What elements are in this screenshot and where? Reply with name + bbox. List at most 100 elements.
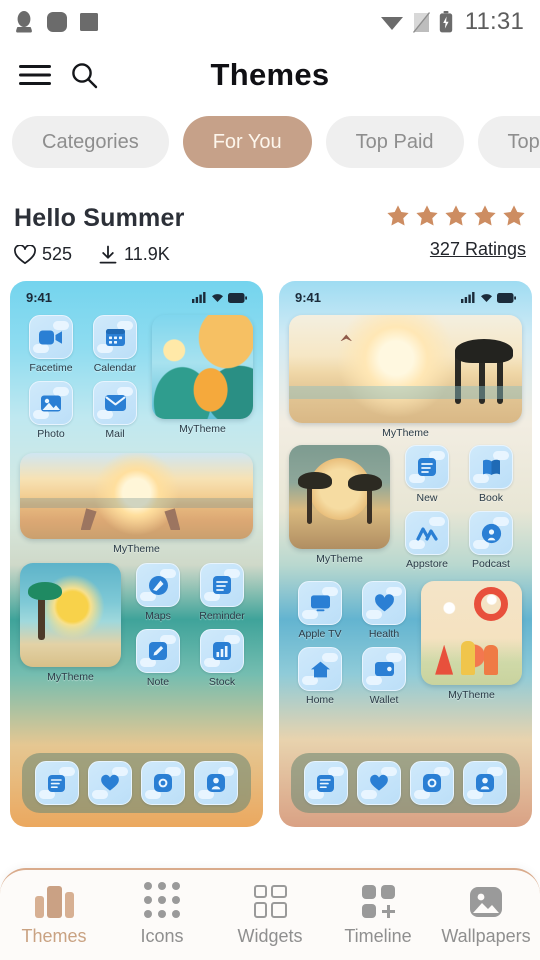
nav-timeline[interactable]: Timeline [326, 884, 430, 947]
preview-card-left[interactable]: 9:41 Facetime Calendar Photo Mail MyThem… [10, 281, 263, 827]
widget-art [421, 581, 522, 685]
app-icon-book[interactable]: Book [460, 445, 522, 504]
theme-meta-left: Hello Summer 525 11.9K [14, 204, 185, 265]
square-icon [80, 13, 98, 31]
app-screen: 11:31 Themes Categories For You Top Paid… [0, 0, 540, 960]
preview-status-bar: 9:41 [10, 281, 263, 305]
widget-label: MyTheme [113, 543, 160, 555]
app-label: Mail [105, 428, 125, 440]
app-icon-facetime[interactable]: Facetime [20, 315, 82, 374]
dock-health-icon[interactable] [356, 761, 401, 805]
nav-label: Wallpapers [441, 925, 531, 946]
wifi-icon [212, 294, 223, 302]
podcast-icon [469, 511, 513, 555]
appstore-icon [405, 511, 449, 555]
app-label: New [416, 492, 438, 504]
nav-wallpapers[interactable]: Wallpapers [434, 884, 538, 947]
widget-art [20, 563, 121, 667]
dock-news-icon[interactable] [34, 761, 79, 805]
dock-podcast-icon[interactable] [463, 761, 508, 805]
app-icon-new[interactable]: New [396, 445, 458, 504]
preview-time: 9:41 [26, 290, 53, 305]
note-icon [136, 629, 180, 673]
signal-icon [192, 292, 206, 303]
status-bar: 11:31 [0, 0, 540, 44]
app-label: Maps [145, 610, 171, 622]
rating-stars [386, 204, 526, 227]
preview-status-icons [461, 292, 516, 303]
widget-mytheme-palmpair[interactable]: MyTheme [289, 445, 390, 575]
rounded-square-icon [47, 12, 67, 32]
dock-camera-icon[interactable] [410, 761, 455, 805]
wallet-icon [362, 647, 406, 691]
photo-icon [29, 381, 73, 425]
app-label: Note [146, 676, 170, 688]
app-icon-health[interactable]: Health [353, 581, 415, 640]
star-icon [445, 205, 467, 226]
preview-card-right[interactable]: 9:41 MyTheme MyTheme New Book Appstore P… [279, 281, 532, 827]
dock-podcast-icon[interactable] [194, 761, 239, 805]
squares-plus-icon [361, 884, 395, 918]
preview-row-2[interactable]: MyTheme [10, 445, 263, 555]
widget-art [152, 315, 253, 419]
widget-mytheme-summer[interactable]: MyTheme [421, 581, 522, 711]
search-icon[interactable] [70, 61, 98, 89]
grid-dots-icon [144, 881, 180, 918]
app-icon-maps[interactable]: Maps [127, 563, 189, 622]
chip-for-you[interactable]: For You [182, 116, 312, 168]
app-icon-appletv[interactable]: Apple TV [289, 581, 351, 640]
app-icon-note[interactable]: Note [127, 629, 189, 688]
nav-label: Widgets [237, 925, 303, 946]
app-icon-reminder[interactable]: Reminder [191, 563, 253, 622]
header-icons [18, 61, 98, 89]
preview-row-1[interactable]: MyTheme [279, 305, 532, 439]
app-icon-stock[interactable]: Stock [191, 629, 253, 688]
app-icon-calendar[interactable]: Calendar [84, 315, 146, 374]
signal-icon [461, 292, 475, 303]
widget-label: MyTheme [179, 423, 226, 435]
app-icon-appstore[interactable]: Appstore [396, 511, 458, 570]
dock-news-icon[interactable] [303, 761, 348, 805]
chip-categories[interactable]: Categories [12, 116, 169, 168]
status-time: 11:31 [464, 8, 524, 35]
star-icon [503, 205, 525, 226]
dock-camera-icon[interactable] [141, 761, 186, 805]
filter-chip-row[interactable]: Categories For You Top Paid Top [0, 106, 540, 168]
nav-label: Timeline [344, 925, 412, 946]
nav-themes[interactable]: Themes [2, 884, 106, 947]
app-icon-podcast[interactable]: Podcast [460, 511, 522, 570]
app-icon-mail[interactable]: Mail [84, 381, 146, 440]
app-icon-wallet[interactable]: Wallet [353, 647, 415, 706]
app-label: Apple TV [298, 628, 342, 640]
status-right-icons: 11:31 [380, 8, 524, 36]
preview-status-icons [192, 292, 247, 303]
preview-row-3: Apple TV Health Home Wallet MyTheme [279, 575, 532, 711]
star-icon [416, 205, 438, 226]
app-icon-photo[interactable]: Photo [20, 381, 82, 440]
widget-mytheme-palmsun[interactable]: MyTheme [20, 563, 121, 693]
app-icon-grid: Maps Reminder Note Stock [127, 563, 253, 693]
theme-title: Hello Summer [14, 204, 185, 232]
likes-stat: 525 [14, 244, 72, 265]
widget-label: MyTheme [382, 427, 429, 439]
chip-top-free[interactable]: Top [477, 116, 540, 168]
facetime-icon [29, 315, 73, 359]
qq-penguin-icon [16, 11, 32, 33]
app-label: Reminder [199, 610, 245, 622]
nav-widgets[interactable]: Widgets [218, 884, 322, 947]
preview-time: 9:41 [295, 290, 322, 305]
themes-icon [34, 884, 74, 918]
reminder-icon [200, 563, 244, 607]
app-label: Book [479, 492, 503, 504]
hamburger-menu-icon[interactable] [18, 62, 52, 88]
ratings-link[interactable]: 327 Ratings [386, 239, 526, 260]
home-icon [298, 647, 342, 691]
wifi-icon [481, 294, 492, 302]
widget-mytheme-tropical[interactable]: MyTheme [152, 315, 253, 445]
apple-tv-icon [298, 581, 342, 625]
nav-icons[interactable]: Icons [110, 881, 214, 947]
chip-top-paid[interactable]: Top Paid [325, 116, 464, 168]
app-icon-home[interactable]: Home [289, 647, 351, 706]
calendar-icon [93, 315, 137, 359]
dock-health-icon[interactable] [87, 761, 132, 805]
